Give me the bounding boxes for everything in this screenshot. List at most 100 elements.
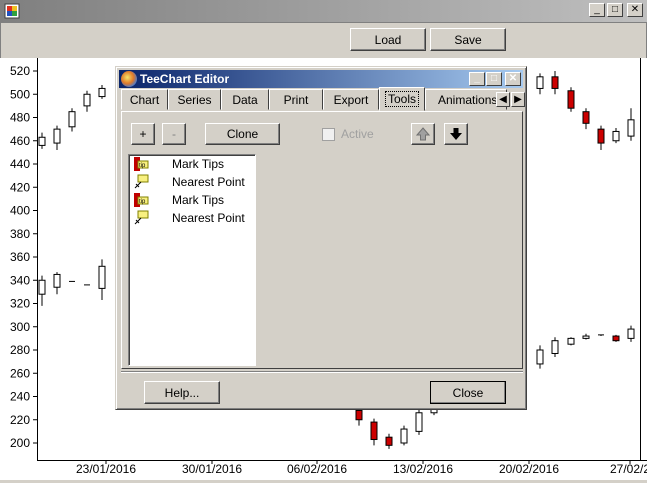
y-tick-label: 220: [10, 413, 30, 427]
move-up-button[interactable]: [411, 123, 435, 145]
close-button[interactable]: ✕: [627, 3, 643, 17]
clone-button[interactable]: Clone: [205, 123, 280, 145]
y-tick-label: 400: [10, 204, 30, 218]
y-tick-label: 260: [10, 366, 30, 380]
list-item[interactable]: tip Mark Tips: [131, 155, 251, 173]
toolbar-panel: Load Save: [0, 22, 647, 60]
tab-scroll-left-icon[interactable]: ◀: [496, 92, 510, 107]
remove-tool-button[interactable]: -: [162, 123, 186, 145]
candle-body: [582, 335, 590, 339]
tools-tab-page: + - Clone Active tip Mark Tips Nearest P…: [121, 111, 523, 369]
maximize-button[interactable]: □: [607, 3, 623, 17]
y-tick-label: 200: [10, 436, 30, 450]
svg-text:tip: tip: [139, 163, 146, 169]
candle-body: [83, 93, 91, 107]
main-window: _ □ ✕ Load Save 520 500 480 460 440 420 400 380…: [0, 0, 647, 480]
x-tick-label: 13/02/2016: [393, 462, 453, 476]
editor-maximize-button[interactable]: □: [486, 72, 502, 86]
minimize-button[interactable]: _: [589, 3, 605, 17]
candle-body: [551, 340, 559, 354]
candle-body: [98, 265, 106, 289]
nearest-point-icon: [133, 210, 149, 226]
y-tick-label: 500: [10, 87, 30, 101]
arrow-down-icon: [450, 128, 462, 140]
y-tick-label: 480: [10, 111, 30, 125]
candle-body: [68, 111, 76, 128]
editor-tabs: Chart Series Data Print Export Tools Ani…: [121, 87, 525, 111]
y-tick-label: 460: [10, 134, 30, 148]
candle-body: [53, 273, 61, 288]
y-tick-label: 420: [10, 180, 30, 194]
tab-data[interactable]: Data: [221, 89, 269, 110]
candle-body: [582, 111, 590, 124]
y-tick-label: 320: [10, 297, 30, 311]
candle-body: [98, 87, 106, 98]
candle-body: [53, 128, 61, 144]
candle-body: [400, 428, 408, 444]
editor-bottom-bar: Help... Close: [121, 371, 523, 406]
teechart-logo-icon: [121, 71, 137, 87]
active-checkbox[interactable]: Active: [322, 127, 374, 141]
y-tick-label: 280: [10, 343, 30, 357]
y-tick-label: 300: [10, 320, 30, 334]
candle-body: [612, 130, 620, 142]
mark-tips-icon: tip: [133, 156, 149, 172]
editor-title-bar[interactable]: TeeChart Editor _ □ ✕: [119, 70, 523, 88]
nearest-point-icon: [133, 174, 149, 190]
svg-text:tip: tip: [139, 199, 146, 205]
tab-tools[interactable]: Tools: [379, 87, 425, 111]
list-item[interactable]: Nearest Point: [131, 173, 251, 191]
candle-body: [567, 90, 575, 109]
y-tick-label: 240: [10, 390, 30, 404]
move-down-button[interactable]: [444, 123, 468, 145]
candle-body: [385, 436, 393, 446]
list-item[interactable]: tip Mark Tips: [131, 191, 251, 209]
candle-body: [627, 119, 635, 137]
editor-close-dialog-button[interactable]: Close: [430, 381, 506, 404]
add-tool-button[interactable]: +: [131, 123, 155, 145]
active-checkbox-box[interactable]: [322, 127, 335, 141]
x-tick-label: 23/01/2016: [76, 462, 136, 476]
tab-scroll-right-icon[interactable]: ▶: [511, 92, 525, 107]
x-tick-label: 20/02/2016: [499, 462, 559, 476]
app-icon: [4, 3, 20, 19]
teechart-editor-dialog: TeeChart Editor _ □ ✕ Chart Series Data …: [115, 66, 527, 410]
y-tick-label: 340: [10, 273, 30, 287]
candle-body: [38, 136, 46, 146]
candle-body: [567, 337, 575, 345]
tab-chart[interactable]: Chart: [121, 89, 168, 110]
candle-body: [536, 349, 544, 365]
y-tick-label: 440: [10, 157, 30, 171]
help-button[interactable]: Help...: [144, 381, 220, 404]
editor-close-button[interactable]: ✕: [505, 72, 521, 86]
x-tick-label: 27/02/2: [610, 462, 647, 476]
y-tick-label: 360: [10, 250, 30, 264]
candle-body: [38, 279, 46, 295]
candle-body: [597, 128, 605, 144]
y-tick-label: 380: [10, 227, 30, 241]
arrow-up-icon: [416, 127, 430, 141]
candle-body: [551, 76, 559, 89]
candle-body: [370, 421, 378, 441]
active-label: Active: [341, 127, 374, 141]
y-tick-label: 520: [10, 64, 30, 78]
tab-series[interactable]: Series: [168, 89, 221, 110]
x-tick-label: 30/01/2016: [182, 462, 242, 476]
mark-tips-icon: tip: [133, 192, 149, 208]
save-button[interactable]: Save: [430, 28, 506, 51]
title-bar: _ □ ✕: [0, 0, 647, 22]
tab-print[interactable]: Print: [269, 89, 323, 110]
candle-body: [612, 335, 620, 342]
editor-title: TeeChart Editor: [140, 72, 230, 86]
tab-export[interactable]: Export: [323, 89, 379, 110]
list-item[interactable]: Nearest Point: [131, 209, 251, 227]
candle-body: [536, 76, 544, 89]
editor-minimize-button[interactable]: _: [469, 72, 485, 86]
tools-list[interactable]: tip Mark Tips Nearest Point tip Mark Tip…: [128, 154, 256, 366]
x-tick-label: 06/02/2016: [287, 462, 347, 476]
candle-body: [415, 412, 423, 432]
candle-body: [627, 328, 635, 339]
load-button[interactable]: Load: [350, 28, 426, 51]
tab-animations[interactable]: Animations: [425, 89, 507, 110]
candle-body: [355, 409, 363, 421]
